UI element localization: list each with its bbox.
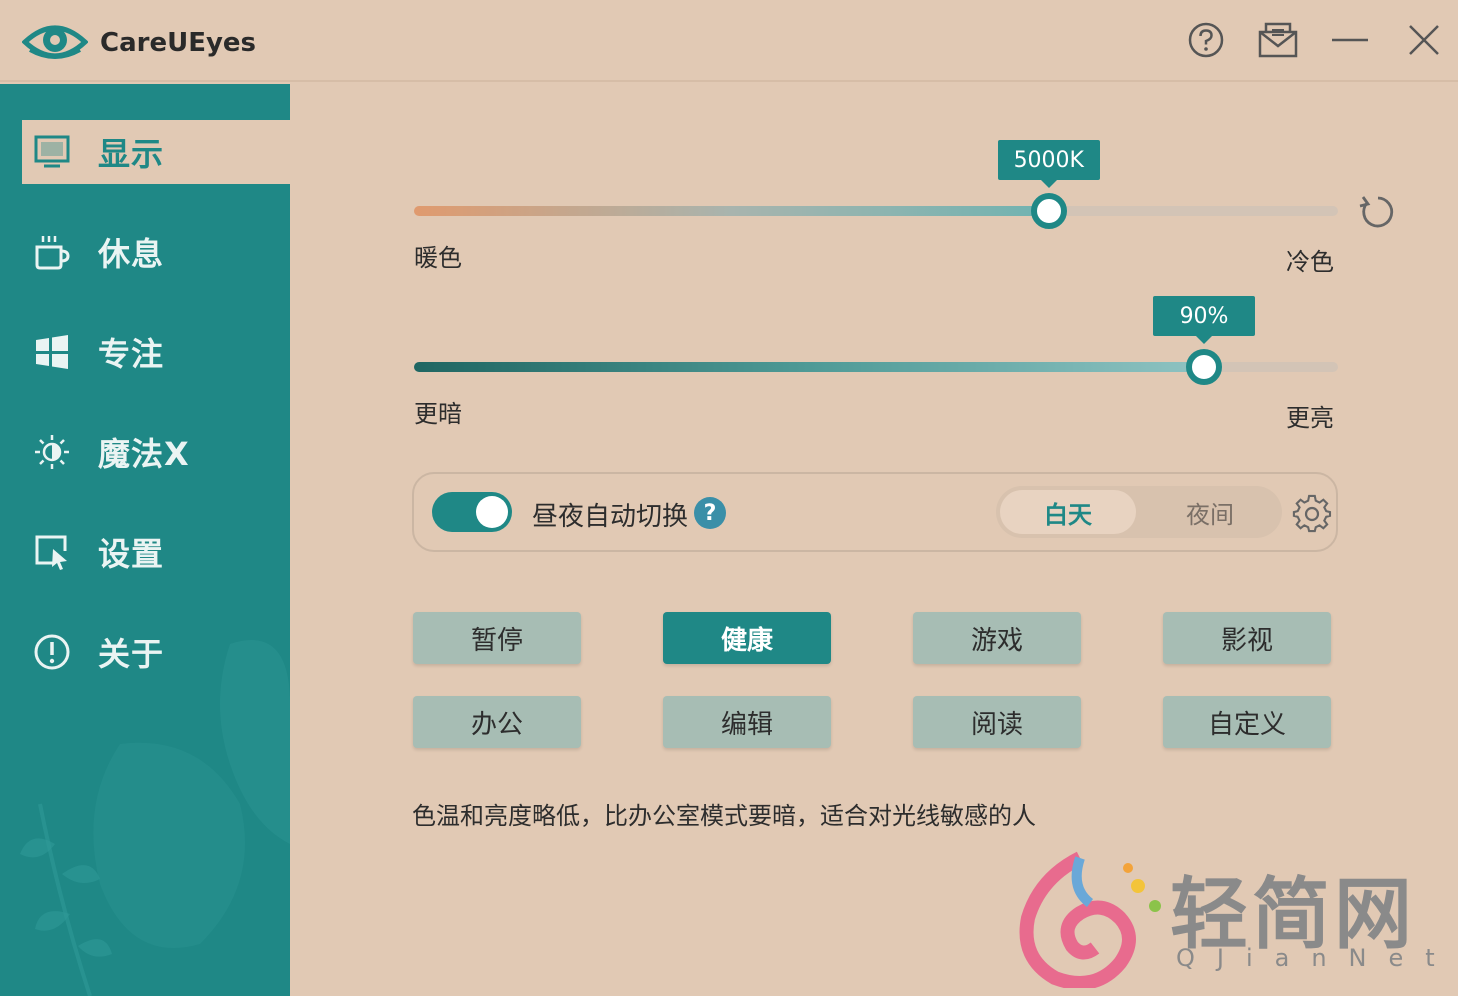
day-night-segmented: 白天 夜间 xyxy=(996,486,1282,538)
mode-read-button[interactable]: 阅读 xyxy=(913,696,1081,748)
close-button[interactable] xyxy=(1404,20,1444,60)
mode-pause-button[interactable]: 暂停 xyxy=(413,612,581,664)
sidebar-item-label: 关于 xyxy=(98,635,165,673)
cursor-screen-icon xyxy=(32,532,72,572)
help-icon xyxy=(1188,22,1224,58)
color-temp-thumb[interactable] xyxy=(1030,193,1067,229)
app-title: CareUEyes xyxy=(100,28,257,58)
gear-icon[interactable] xyxy=(1292,494,1332,534)
day-button[interactable]: 白天 xyxy=(1000,490,1136,534)
mode-custom-button[interactable]: 自定义 xyxy=(1163,696,1331,748)
sidebar-item-about[interactable]: 关于 xyxy=(22,620,290,684)
sidebar: 显示 休息 专注 魔法X 设置 关于 xyxy=(0,84,290,996)
eye-logo-icon xyxy=(22,25,88,59)
mode-description: 色温和亮度略低，比办公室模式要暗，适合对光线敏感的人 xyxy=(412,802,1036,830)
mode-office-button[interactable]: 办公 xyxy=(413,696,581,748)
sidebar-item-label: 显示 xyxy=(98,135,165,173)
sidebar-item-focus[interactable]: 专注 xyxy=(22,320,290,384)
help-button[interactable] xyxy=(1186,20,1226,60)
mode-game-button[interactable]: 游戏 xyxy=(913,612,1081,664)
mode-movie-button[interactable]: 影视 xyxy=(1163,612,1331,664)
sidebar-item-settings[interactable]: 设置 xyxy=(22,520,290,584)
sidebar-item-label: 休息 xyxy=(98,235,165,273)
question-icon[interactable]: ? xyxy=(694,497,726,529)
reset-button[interactable] xyxy=(1358,192,1398,232)
close-icon xyxy=(1409,25,1439,55)
auto-switch-toggle[interactable] xyxy=(432,492,512,532)
minimize-icon xyxy=(1332,38,1368,42)
mail-icon xyxy=(1258,22,1298,58)
feedback-button[interactable] xyxy=(1258,20,1298,60)
mode-edit-button[interactable]: 编辑 xyxy=(663,696,831,748)
windows-icon xyxy=(32,332,72,372)
watermark-subtitle: QJianNet xyxy=(1176,944,1457,972)
sidebar-item-label: 专注 xyxy=(98,335,165,373)
coffee-cup-icon xyxy=(32,232,72,272)
color-temp-value: 5000K xyxy=(997,140,1100,188)
sidebar-item-display[interactable]: 显示 xyxy=(22,120,290,184)
sidebar-item-rest[interactable]: 休息 xyxy=(22,220,290,284)
sidebar-item-magic-x[interactable]: 魔法X xyxy=(22,420,290,484)
brightness-fill xyxy=(414,362,1205,372)
auto-switch-panel: 昼夜自动切换 ? 白天 夜间 xyxy=(412,472,1338,552)
toggle-knob xyxy=(476,496,508,528)
sidebar-item-label: 魔法X xyxy=(98,435,190,473)
brightness-thumb[interactable] xyxy=(1186,349,1223,385)
color-temp-min-label: 暖色 xyxy=(414,244,462,272)
reset-icon xyxy=(1359,196,1394,228)
watermark-logo xyxy=(1019,851,1161,988)
color-temp-fill xyxy=(414,206,1049,216)
color-temp-max-label: 冷色 xyxy=(1286,248,1334,276)
brightness-min-label: 更暗 xyxy=(414,400,462,428)
sidebar-item-label: 设置 xyxy=(98,535,165,573)
info-icon xyxy=(32,632,72,672)
brightness-value: 90% xyxy=(1153,296,1256,344)
title-bar: CareUEyes xyxy=(0,0,1458,82)
auto-switch-label: 昼夜自动切换 xyxy=(532,502,689,532)
night-button[interactable]: 夜间 xyxy=(1142,490,1278,534)
monitor-icon xyxy=(32,132,72,172)
brightness-max-label: 更亮 xyxy=(1286,404,1334,432)
sun-moon-icon xyxy=(32,432,72,472)
minimize-button[interactable] xyxy=(1330,20,1370,60)
mode-health-button[interactable]: 健康 xyxy=(663,612,831,664)
